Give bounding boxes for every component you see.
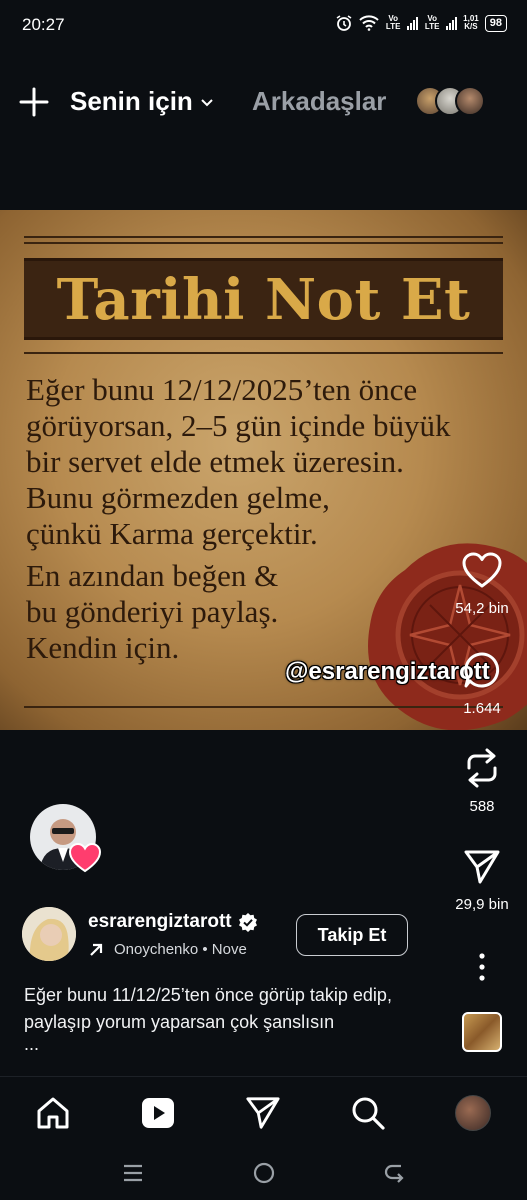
post-image-line: görüyorsan, 2–5 gün içinde büyük xyxy=(26,408,451,443)
back-icon[interactable] xyxy=(380,1160,410,1186)
repost-action[interactable]: 588 xyxy=(448,748,516,815)
network-speed-unit: K/S xyxy=(464,22,478,31)
post-image-line: bir servet elde etmek üzeresin. xyxy=(26,444,404,479)
title-band: Tarihi Not Et xyxy=(24,258,503,340)
caption-more[interactable]: ... xyxy=(24,1034,39,1055)
post-caption[interactable]: Eğer bunu 11/12/25’ten önce görüp takip … xyxy=(24,982,444,1036)
username[interactable]: esrarengiztarott xyxy=(88,911,258,933)
audio-info[interactable]: Onoychenko • Nove xyxy=(88,941,284,958)
status-icons: Vo LTE Vo LTE 1,01 K/S 98 xyxy=(335,14,507,32)
send-icon xyxy=(464,850,500,884)
nav-home[interactable] xyxy=(33,1093,73,1133)
send-icon xyxy=(246,1097,280,1129)
friend-avatar xyxy=(455,86,485,116)
play-icon xyxy=(142,1098,174,1128)
post-author-row: esrarengiztarott Onoychenko • Nove Takip… xyxy=(22,907,442,967)
nav-profile[interactable] xyxy=(453,1093,493,1133)
signal-icon-1 xyxy=(407,16,419,30)
nav-reels[interactable] xyxy=(138,1093,178,1133)
share-action[interactable]: 29,9 bin xyxy=(448,848,516,913)
username-text: esrarengiztarott xyxy=(88,911,232,932)
arrow-up-right-icon xyxy=(90,943,103,956)
wifi-icon xyxy=(359,15,379,31)
heart-badge-icon xyxy=(68,842,102,873)
divider xyxy=(24,706,503,708)
comment-count: 1.644 xyxy=(463,700,501,717)
audio-text: Onoychenko • Nove xyxy=(114,941,247,958)
tab-for-you-label: Senin için xyxy=(70,86,193,116)
like-count: 54,2 bin xyxy=(455,600,509,617)
battery-indicator: 98 xyxy=(484,14,507,32)
search-icon xyxy=(352,1097,385,1130)
network-label-1: Vo LTE xyxy=(385,14,401,31)
like-action[interactable]: 54,2 bin xyxy=(448,552,516,617)
tab-for-you[interactable]: Senin için xyxy=(70,86,215,117)
profile-avatar xyxy=(455,1095,491,1131)
chevron-down-icon xyxy=(201,98,213,106)
home-button-icon[interactable] xyxy=(249,1160,279,1186)
feed-top-nav: Senin için Arkadaşlar xyxy=(0,78,527,126)
verified-badge-icon xyxy=(238,913,257,932)
alarm-icon xyxy=(335,14,353,32)
status-bar: 20:27 Vo LTE Vo LTE 1,01 K/S 98 xyxy=(0,0,527,54)
nav-messages[interactable] xyxy=(243,1093,283,1133)
comment-icon xyxy=(464,652,500,688)
post-image-title: Tarihi Not Et xyxy=(56,267,471,333)
nav-search[interactable] xyxy=(348,1093,388,1133)
network-speed: 1,01 K/S xyxy=(463,15,479,31)
post-image-line: Eğer bunu 12/12/2025’ten önce xyxy=(26,372,418,407)
comment-action[interactable]: 1.644 xyxy=(448,650,516,717)
repost-count: 588 xyxy=(469,798,495,815)
tab-friends[interactable]: Arkadaşlar xyxy=(252,86,386,117)
divider xyxy=(24,352,503,354)
status-time: 20:27 xyxy=(22,15,65,34)
signal-icon-2 xyxy=(446,16,458,30)
home-icon xyxy=(37,1097,69,1129)
network-label-2: Vo LTE xyxy=(424,14,440,31)
post-image-line: Bunu görmezden gelme, xyxy=(26,480,330,515)
follow-button[interactable]: Takip Et xyxy=(296,914,408,956)
create-plus-icon[interactable] xyxy=(18,86,50,118)
more-options-icon[interactable] xyxy=(470,950,494,984)
audio-thumbnail[interactable] xyxy=(462,1012,502,1052)
divider xyxy=(24,242,503,244)
repost-icon xyxy=(467,748,497,788)
recent-apps-icon[interactable] xyxy=(118,1160,148,1186)
system-nav xyxy=(0,1148,527,1200)
divider xyxy=(24,236,503,238)
friend-avatars[interactable] xyxy=(415,86,485,116)
share-count: 29,9 bin xyxy=(455,896,509,913)
bottom-nav xyxy=(0,1076,527,1148)
user-avatar[interactable] xyxy=(22,907,76,961)
heart-icon xyxy=(462,552,502,588)
